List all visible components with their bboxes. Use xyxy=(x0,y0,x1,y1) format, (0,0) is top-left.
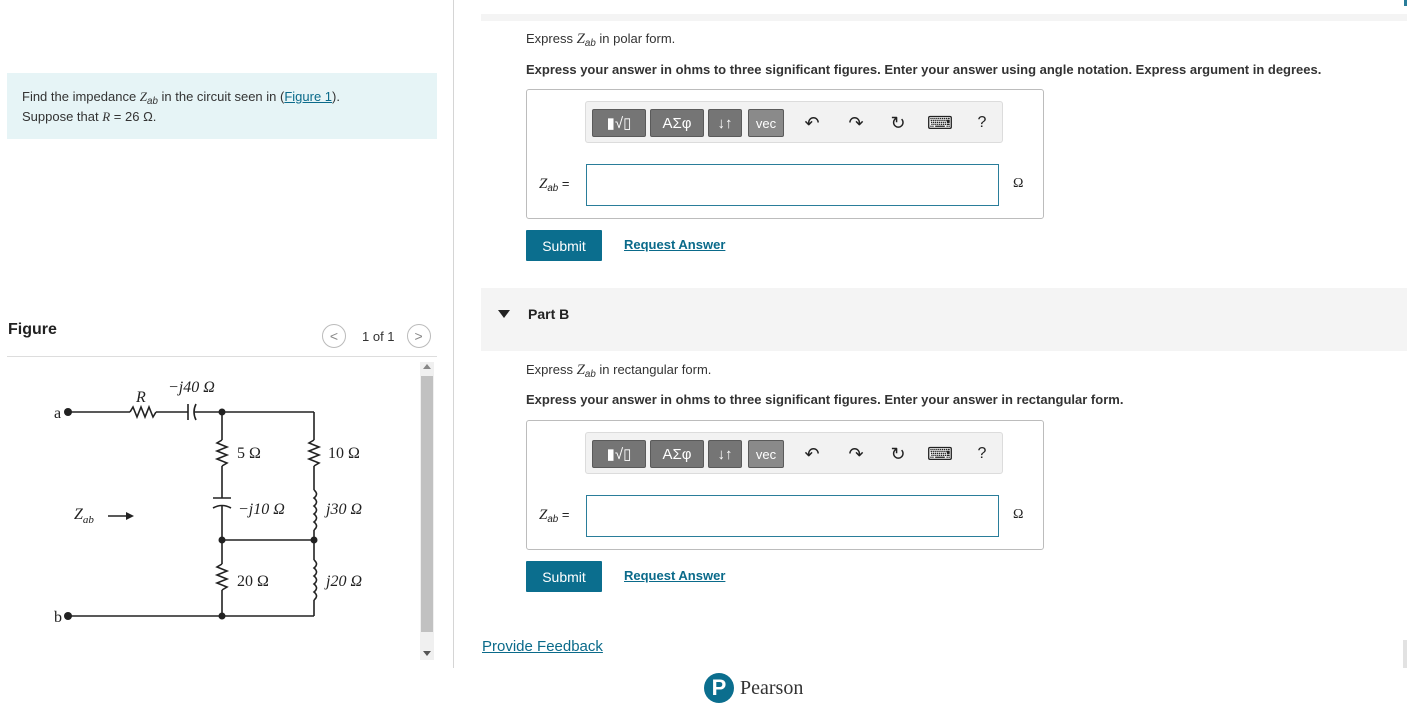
part-b-request-answer-link[interactable]: Request Answer xyxy=(624,568,725,583)
problem-text: Find the impedance xyxy=(22,89,140,104)
figure-scrollbar-thumb[interactable] xyxy=(421,376,433,632)
figure-link[interactable]: Figure 1 xyxy=(284,89,332,104)
figure-page-count: 1 of 1 xyxy=(362,328,395,344)
collapse-triangle-icon[interactable] xyxy=(498,310,510,318)
label-5ohm: 5 Ω xyxy=(237,445,261,462)
vector-button[interactable]: vec xyxy=(748,440,784,468)
keyboard-icon[interactable]: ⌨ xyxy=(927,111,953,135)
problem-text-mid: in the circuit seen in ( xyxy=(157,89,285,104)
r-value: = 26 Ω. xyxy=(110,109,157,124)
pearson-wordmark: Pearson xyxy=(740,676,804,699)
part-a-instructions: Express your answer in ohms to three sig… xyxy=(526,62,1322,77)
circuit-diagram: −j40 Ω R a b 5 Ω 10 Ω −j10 Ω j30 Ω Zab 2… xyxy=(54,379,362,626)
z-subscript: ab xyxy=(147,95,158,107)
suppose-text: Suppose that xyxy=(22,109,103,124)
part-b-z-label: Zab = xyxy=(539,507,570,525)
figure-divider xyxy=(7,356,437,357)
provide-feedback-link[interactable]: Provide Feedback xyxy=(482,638,603,655)
redo-icon[interactable]: ↷ xyxy=(844,442,868,466)
scroll-down-arrow-icon[interactable] xyxy=(423,651,431,656)
label-10ohm: 10 Ω xyxy=(328,445,360,462)
help-icon[interactable]: ? xyxy=(970,442,994,466)
r-symbol: R xyxy=(102,109,111,124)
figure-title: Figure xyxy=(8,321,57,338)
next-figure-button[interactable]: > xyxy=(406,324,431,348)
pearson-p-icon: P xyxy=(704,673,734,703)
part-a-z-label: Zab = xyxy=(539,176,570,194)
label-cap-j10: −j10 Ω xyxy=(238,501,285,518)
part-b-instructions: Express your answer in ohms to three sig… xyxy=(526,392,1124,407)
label-a: a xyxy=(54,405,61,422)
part-b-title: Part B xyxy=(528,306,570,322)
problem-text-end: ). xyxy=(332,89,340,104)
label-r: R xyxy=(135,389,146,406)
chevron-right-icon: > xyxy=(414,328,423,344)
part-b-answer-input[interactable] xyxy=(586,495,999,537)
part-a-prompt: Express Zab in polar form. xyxy=(526,31,676,49)
part-b-math-toolbar: ▮√▯ ΑΣφ ↓↑ vec ↶ ↷ ↻ ⌨ ? xyxy=(585,432,1003,474)
z-symbol: Z xyxy=(139,89,148,104)
problem-statement: Find the impedance Zab in the circuit se… xyxy=(7,73,437,139)
part-a-answer-input[interactable] xyxy=(586,164,999,206)
part-b-unit: Ω xyxy=(1013,507,1024,522)
vector-button[interactable]: vec xyxy=(748,109,784,137)
part-a-unit: Ω xyxy=(1013,176,1024,191)
keyboard-icon[interactable]: ⌨ xyxy=(927,442,953,466)
redo-icon[interactable]: ↷ xyxy=(844,111,868,135)
label-b: b xyxy=(54,609,62,626)
help-icon[interactable]: ? xyxy=(970,111,994,135)
reset-icon[interactable]: ↻ xyxy=(886,442,910,466)
prev-figure-button[interactable]: < xyxy=(322,324,346,348)
label-zab: Zab xyxy=(74,506,94,526)
label-20ohm: 20 Ω xyxy=(237,573,269,590)
part-b-prompt: Express Zab in rectangular form. xyxy=(526,362,712,380)
part-a-request-answer-link[interactable]: Request Answer xyxy=(624,237,725,252)
right-edge-scroll xyxy=(1403,640,1407,668)
panel-divider xyxy=(453,0,454,668)
greek-symbols-button[interactable]: ΑΣφ xyxy=(650,109,704,137)
label-cap-j40: −j40 Ω xyxy=(168,379,215,396)
part-b-header[interactable] xyxy=(481,288,1407,351)
templates-button[interactable]: ▮√▯ xyxy=(592,109,646,137)
part-a-answer-box: ▮√▯ ΑΣφ ↓↑ vec ↶ ↷ ↻ ⌨ ? Zab = Ω xyxy=(526,89,1044,219)
label-ind-j20: j20 Ω xyxy=(324,573,362,590)
templates-button[interactable]: ▮√▯ xyxy=(592,440,646,468)
figure-pager: < 1 of 1 > xyxy=(322,323,431,349)
part-b-submit-button[interactable]: Submit xyxy=(526,561,602,592)
part-a-math-toolbar: ▮√▯ ΑΣφ ↓↑ vec ↶ ↷ ↻ ⌨ ? xyxy=(585,101,1003,143)
subscript-superscript-button[interactable]: ↓↑ xyxy=(708,109,742,137)
part-a-submit-button[interactable]: Submit xyxy=(526,230,602,261)
part-a-header-bar xyxy=(481,14,1407,21)
pearson-logo: P Pearson xyxy=(704,673,803,703)
undo-icon[interactable]: ↶ xyxy=(800,442,824,466)
subscript-superscript-button[interactable]: ↓↑ xyxy=(708,440,742,468)
undo-icon[interactable]: ↶ xyxy=(800,111,824,135)
chevron-left-icon: < xyxy=(329,328,339,344)
greek-symbols-button[interactable]: ΑΣφ xyxy=(650,440,704,468)
part-b-answer-box: ▮√▯ ΑΣφ ↓↑ vec ↶ ↷ ↻ ⌨ ? Zab = Ω xyxy=(526,420,1044,550)
reset-icon[interactable]: ↻ xyxy=(886,111,910,135)
scroll-up-arrow-icon[interactable] xyxy=(423,364,431,369)
label-ind-j30: j30 Ω xyxy=(324,501,362,518)
